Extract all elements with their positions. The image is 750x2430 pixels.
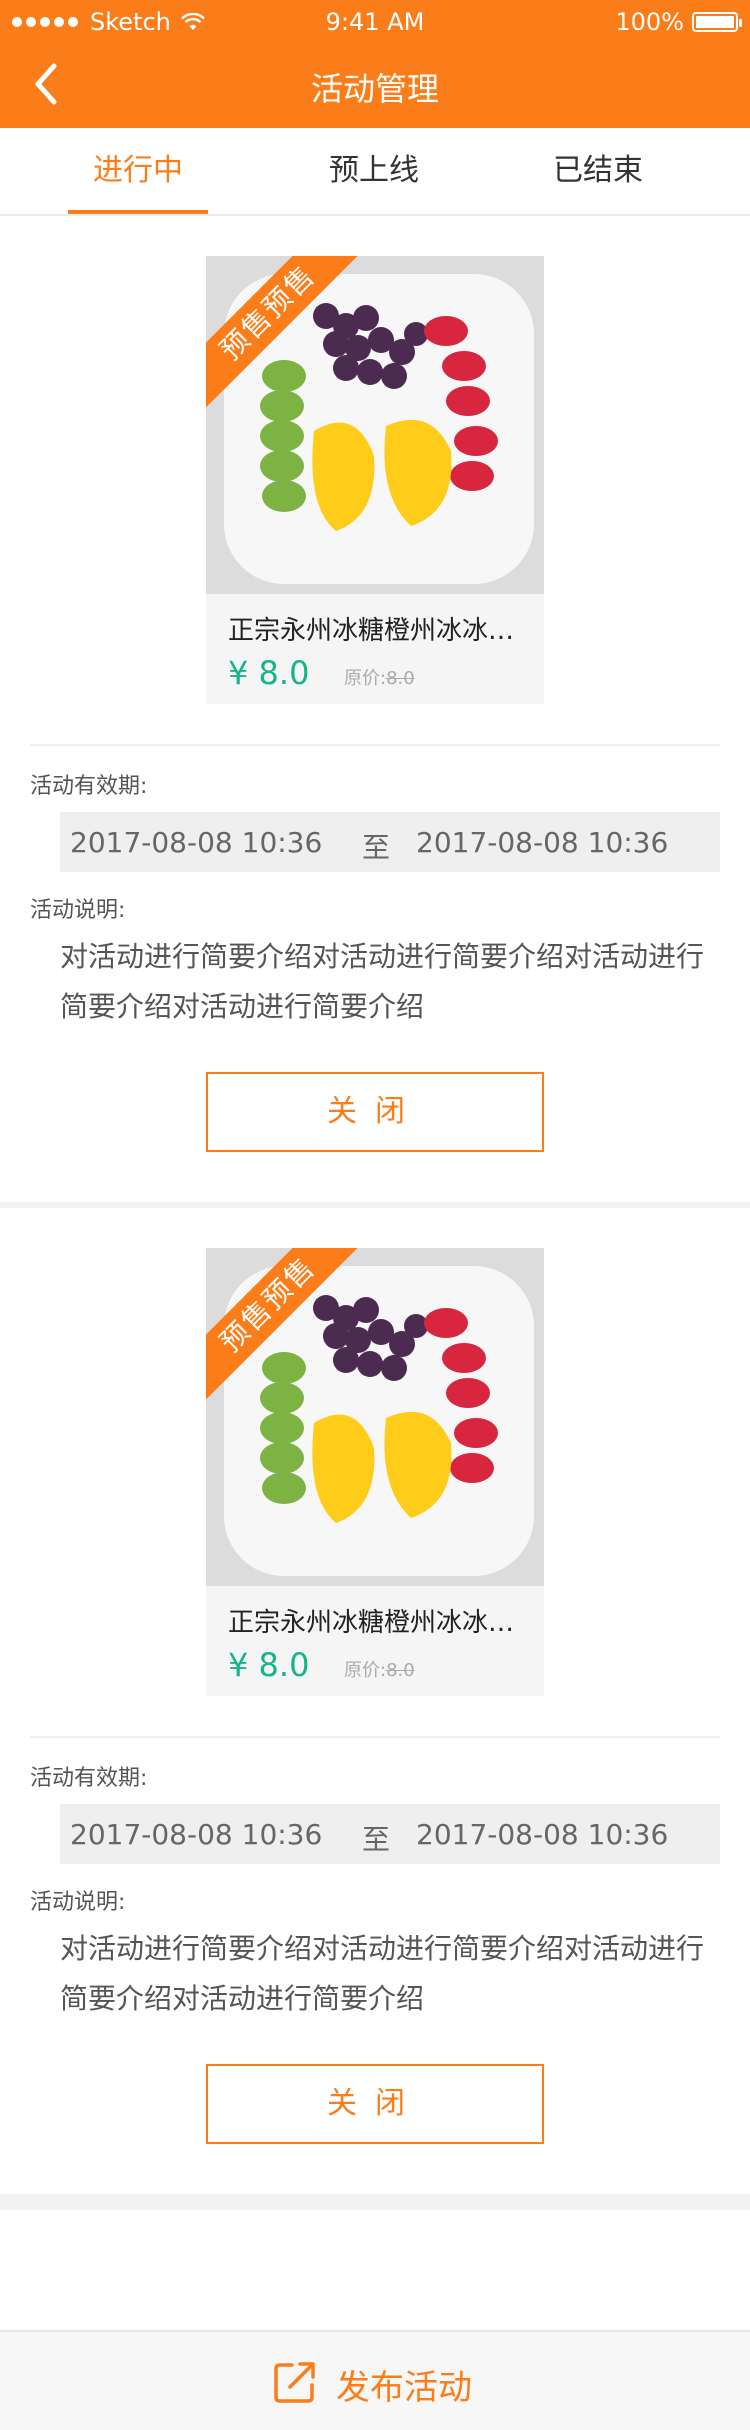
section-separator [0, 2194, 750, 2210]
product-price: ¥ 8.0 [228, 1646, 310, 1684]
original-price-label: 原价: [344, 668, 387, 689]
top-bar: Sketch 9:41 AM 100% 活动管理 [0, 0, 750, 128]
original-price-value: 8.0 [386, 668, 415, 689]
validity-period: 2017-08-08 10:36 至 2017-08-08 10:36 [60, 812, 720, 872]
original-price: 原价:8.0 [344, 1656, 415, 1682]
product-card[interactable]: 预售预售 正宗永州冰糖橙州冰冰… ¥ 8.0 原价:8.0 [206, 1248, 544, 1696]
end-time: 2017-08-08 10:36 [416, 1818, 669, 1851]
validity-label: 活动有效期: [30, 1766, 148, 1791]
product-image: 预售预售 [206, 256, 544, 594]
validity-period: 2017-08-08 10:36 至 2017-08-08 10:36 [60, 1804, 720, 1864]
battery-icon [692, 12, 742, 32]
original-price-value: 8.0 [386, 1660, 415, 1681]
status-bar: Sketch 9:41 AM 100% [0, 0, 750, 44]
product-name: 正宗永州冰糖橙州冰冰… [228, 1608, 515, 1638]
tab-ended[interactable]: 已结束 [508, 128, 688, 214]
to-label: 至 [362, 1823, 391, 1856]
page-title: 活动管理 [310, 70, 439, 108]
end-time: 2017-08-08 10:36 [416, 826, 669, 859]
original-price-label: 原价: [344, 1660, 387, 1681]
tab-label: 已结束 [553, 153, 643, 188]
description-text: 对活动进行简要介绍对活动进行简要介绍对活动进行简要介绍对活动进行简要介绍 [60, 940, 705, 1023]
product-image: 预售预售 [206, 1248, 544, 1586]
tab-active-indicator [68, 210, 208, 214]
tab-bar: 进行中 预上线 已结束 [0, 128, 750, 216]
start-time: 2017-08-08 10:36 [70, 1818, 323, 1851]
tab-label: 预上线 [329, 153, 419, 188]
product-price: ¥ 8.0 [228, 654, 310, 692]
activity-card: 预售预售 正宗永州冰糖橙州冰冰… ¥ 8.0 原价:8.0 活动有效期: 201… [0, 1208, 750, 2186]
description-label: 活动说明: [30, 898, 126, 923]
divider [30, 1736, 720, 1738]
product-card[interactable]: 预售预售 正宗永州冰糖橙州冰冰… ¥ 8.0 原价:8.0 [206, 256, 544, 704]
tab-upcoming[interactable]: 预上线 [284, 128, 464, 214]
description-label: 活动说明: [30, 1890, 126, 1915]
product-name: 正宗永州冰糖橙州冰冰… [228, 616, 515, 646]
publish-activity-button[interactable]: 发布活动 [0, 2330, 750, 2430]
divider [30, 744, 720, 746]
status-right: 100% [615, 8, 742, 36]
publish-activity-label: 发布活动 [336, 2368, 472, 2408]
activity-card: 预售预售 正宗永州冰糖橙州冰冰… ¥ 8.0 原价:8.0 活动有效期: 201… [0, 216, 750, 1194]
battery-percent: 100% [615, 8, 684, 36]
validity-label: 活动有效期: [30, 774, 148, 799]
tab-label: 进行中 [93, 153, 183, 188]
description-text: 对活动进行简要介绍对活动进行简要介绍对活动进行简要介绍对活动进行简要介绍 [60, 1932, 705, 2015]
original-price: 原价:8.0 [344, 664, 415, 690]
start-time: 2017-08-08 10:36 [70, 826, 323, 859]
tab-in-progress[interactable]: 进行中 [48, 128, 228, 214]
close-activity-button[interactable]: 关闭 [206, 2064, 544, 2144]
to-label: 至 [362, 831, 391, 864]
share-icon [274, 2362, 315, 2403]
close-activity-button[interactable]: 关闭 [206, 1072, 544, 1152]
